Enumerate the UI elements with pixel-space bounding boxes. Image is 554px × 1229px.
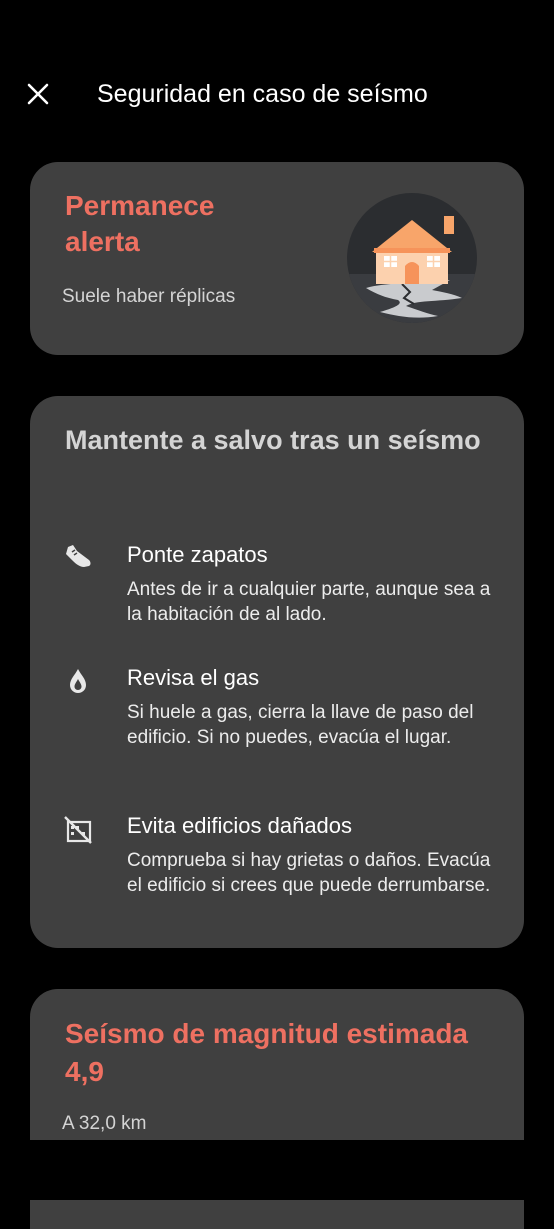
stay-alert-subtitle: Suele haber réplicas <box>62 286 236 307</box>
page-title: Seguridad en caso de seísmo <box>97 80 428 108</box>
tip-body: Antes de ir a cualquier parte, aunque se… <box>127 579 491 625</box>
tip-title: Revisa el gas <box>127 665 260 690</box>
house-cracked-ground-illustration <box>347 193 477 323</box>
tip-body: Comprueba si hay grietas o daños. Evacúa… <box>127 850 491 896</box>
top-app-bar: Seguridad en caso de seísmo <box>0 60 554 130</box>
bottom-area <box>0 1140 554 1200</box>
close-button[interactable] <box>18 74 58 114</box>
stay-safe-card: Mantente a salvo tras un seísmo Ponte za… <box>30 396 524 948</box>
stay-safe-title: Mantente a salvo tras un seísmo <box>65 425 481 455</box>
gas-flame-icon <box>70 669 86 693</box>
shoe-icon <box>66 545 91 567</box>
tip-title: Evita edificios dañados <box>127 813 353 838</box>
stay-alert-card: Permanece alerta Suele haber réplicas <box>30 162 524 355</box>
tip-title: Ponte zapatos <box>127 542 268 567</box>
tip-body: Si huele a gas, cierra la llave de paso … <box>127 702 474 748</box>
quake-magnitude-title: Seísmo de magnitud estimada 4,9 <box>65 1018 468 1087</box>
quake-distance: A 32,0 km <box>62 1113 147 1134</box>
close-icon <box>27 83 49 105</box>
damaged-building-icon <box>64 816 92 844</box>
stay-alert-title: Permanece alerta <box>65 190 215 257</box>
